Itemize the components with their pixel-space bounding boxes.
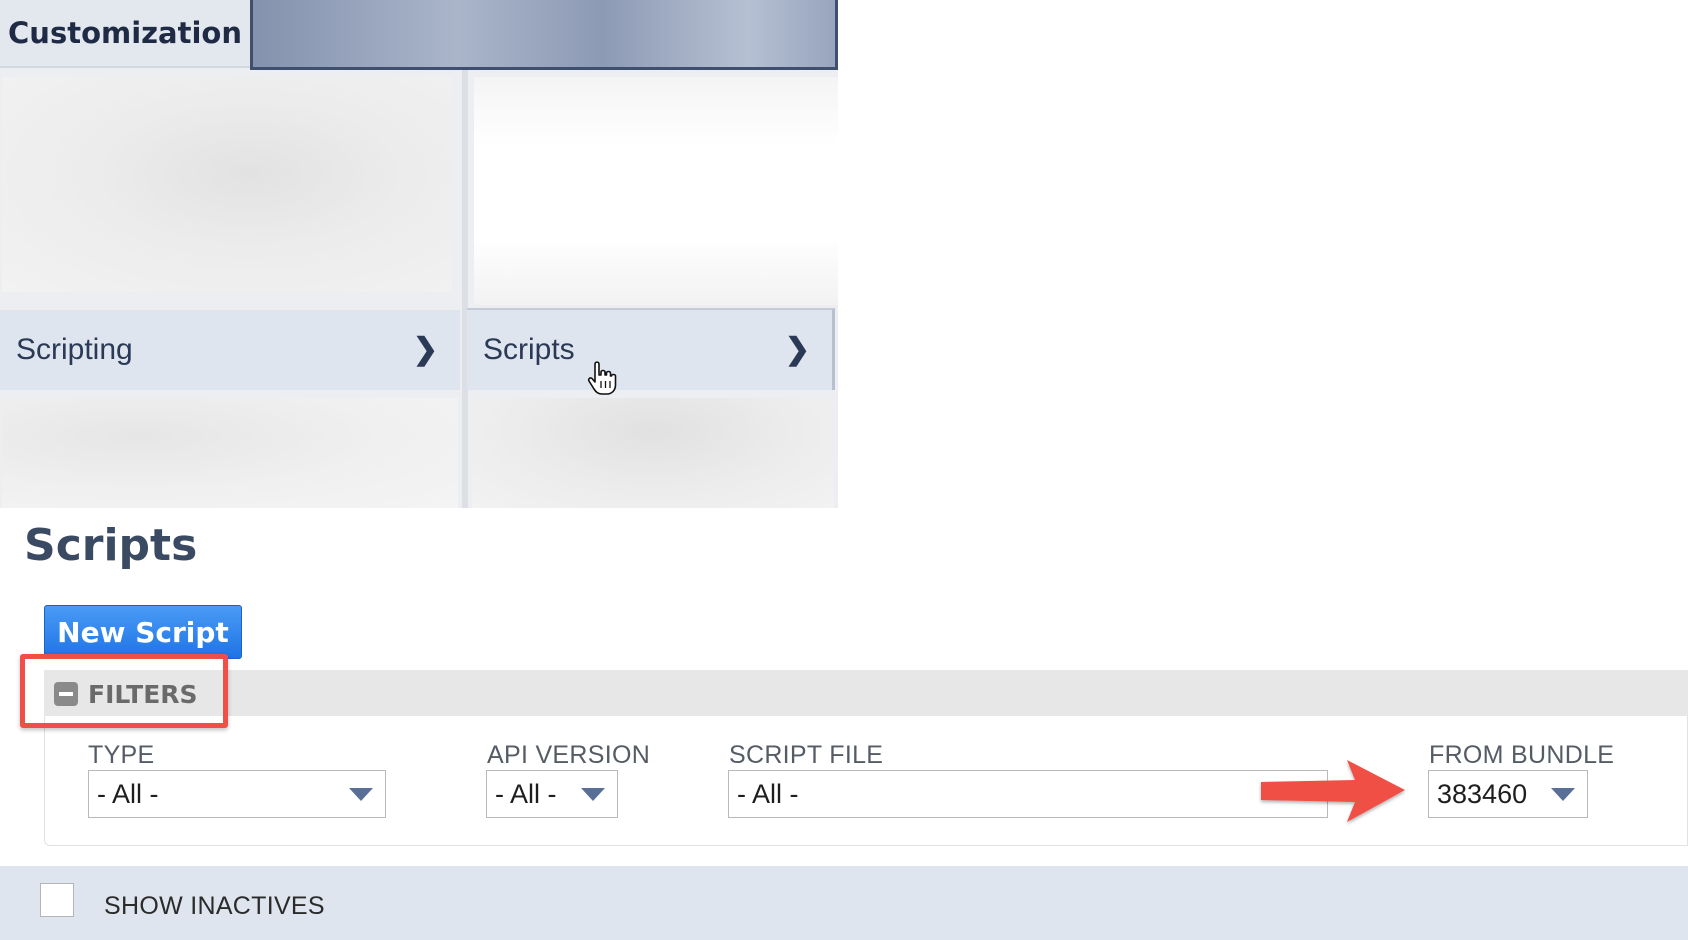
navigation-menu: Customization Scripting ❯ Scripts ❯ [0, 0, 838, 508]
dropdown-arrow-icon [349, 788, 373, 801]
type-filter-value: - All - [97, 778, 159, 809]
page-title: Scripts [24, 520, 198, 571]
type-filter-select[interactable]: - All - [88, 770, 386, 818]
menu-item-scripting[interactable]: Scripting ❯ [0, 310, 460, 390]
blurred-menu-panel [2, 398, 458, 508]
menu-item-scripts[interactable]: Scripts ❯ [467, 308, 835, 390]
chevron-right-icon: ❯ [784, 333, 810, 366]
api-version-filter-value: - All - [495, 778, 557, 809]
tab-customization-label: Customization [8, 16, 242, 50]
dropdown-arrow-icon [1551, 788, 1575, 801]
highlight-box [20, 654, 228, 728]
api-version-filter-select[interactable]: - All - [486, 770, 618, 818]
chevron-right-icon: ❯ [412, 333, 438, 366]
from-bundle-filter-label: FROM BUNDLE [1429, 741, 1615, 769]
blurred-menu-panel [2, 77, 452, 292]
menu-item-label: Scripting [16, 333, 133, 366]
hand-cursor-icon [587, 361, 617, 395]
blurred-menu-panel [474, 77, 838, 305]
new-script-button-label: New Script [57, 615, 229, 649]
blurred-tab-area [250, 0, 838, 70]
tab-customization[interactable]: Customization [0, 0, 250, 68]
page-root: Customization Scripting ❯ Scripts ❯ Scri… [0, 0, 1688, 940]
show-inactives-label[interactable]: SHOW INACTIVES [104, 892, 325, 921]
new-script-button[interactable]: New Script [44, 605, 242, 659]
from-bundle-filter-value: 383460 [1437, 778, 1528, 809]
dropdown-arrow-icon [581, 788, 605, 801]
filters-header-bar [44, 670, 1688, 716]
from-bundle-filter-select[interactable]: 383460 [1428, 770, 1588, 818]
show-inactives-checkbox[interactable] [40, 883, 74, 917]
menu-column-divider [462, 70, 468, 508]
script-file-filter-value: - All - [737, 778, 799, 809]
script-file-filter-label: SCRIPT FILE [729, 741, 884, 769]
type-filter-label: TYPE [88, 741, 155, 769]
menu-item-label: Scripts [483, 333, 575, 366]
red-arrow-annotation [1261, 760, 1405, 822]
api-version-filter-label: API VERSION [487, 741, 651, 769]
script-file-filter-select[interactable]: - All - [728, 770, 1328, 818]
blurred-menu-panel [472, 398, 834, 508]
